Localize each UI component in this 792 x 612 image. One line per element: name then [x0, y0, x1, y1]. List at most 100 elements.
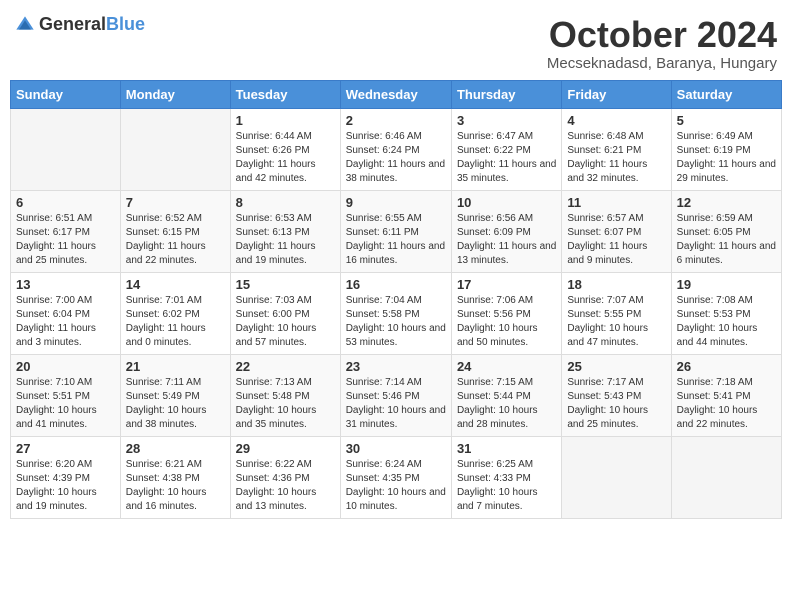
calendar-cell: 17 Sunrise: 7:06 AM Sunset: 5:56 PM Dayli… — [451, 272, 561, 354]
location-subtitle: Mecseknadasd, Baranya, Hungary — [547, 55, 777, 72]
calendar-cell: 3 Sunrise: 6:47 AM Sunset: 6:22 PM Daylig… — [451, 108, 561, 190]
day-info: Sunrise: 6:53 AM Sunset: 6:13 PM Dayligh… — [236, 212, 335, 268]
calendar-week-row: 13 Sunrise: 7:00 AM Sunset: 6:04 PM Dayli… — [11, 272, 782, 354]
calendar-cell — [671, 436, 781, 518]
day-info: Sunrise: 6:20 AM Sunset: 4:39 PM Dayligh… — [16, 458, 115, 514]
day-info: Sunrise: 6:25 AM Sunset: 4:33 PM Dayligh… — [457, 458, 556, 514]
day-number: 14 — [126, 277, 225, 292]
day-number: 22 — [236, 359, 335, 374]
calendar-cell: 25 Sunrise: 7:17 AM Sunset: 5:43 PM Dayli… — [562, 354, 671, 436]
day-number: 30 — [346, 441, 446, 456]
calendar-cell: 21Sunrise: 7:11 AM Sunset: 5:49 PM Dayli… — [120, 354, 230, 436]
day-number: 31 — [457, 441, 556, 456]
calendar-header-row: SundayMondayTuesdayWednesdayThursdayFrid… — [11, 80, 782, 108]
day-number: 25 — [567, 359, 665, 374]
calendar-cell: 13 Sunrise: 7:00 AM Sunset: 6:04 PM Dayli… — [11, 272, 121, 354]
calendar-cell: 15Sunrise: 7:03 AM Sunset: 6:00 PM Dayli… — [230, 272, 340, 354]
day-number: 26 — [677, 359, 776, 374]
day-number: 5 — [677, 113, 776, 128]
calendar-cell: 4 Sunrise: 6:48 AM Sunset: 6:21 PM Daylig… — [562, 108, 671, 190]
day-info: Sunrise: 6:55 AM Sunset: 6:11 PM Dayligh… — [346, 212, 446, 268]
calendar-cell: 19 Sunrise: 7:08 AM Sunset: 5:53 PM Dayli… — [671, 272, 781, 354]
day-number: 24 — [457, 359, 556, 374]
calendar-cell: 18 Sunrise: 7:07 AM Sunset: 5:55 PM Dayli… — [562, 272, 671, 354]
day-info: Sunrise: 7:00 AM Sunset: 6:04 PM Dayligh… — [16, 294, 115, 350]
logo-blue: Blue — [106, 14, 145, 34]
day-info: Sunrise: 7:07 AM Sunset: 5:55 PM Dayligh… — [567, 294, 665, 350]
calendar-cell — [11, 108, 121, 190]
calendar-week-row: 20Sunrise: 7:10 AM Sunset: 5:51 PM Dayli… — [11, 354, 782, 436]
calendar-cell: 20Sunrise: 7:10 AM Sunset: 5:51 PM Dayli… — [11, 354, 121, 436]
day-number: 2 — [346, 113, 446, 128]
day-number: 18 — [567, 277, 665, 292]
calendar-cell: 12 Sunrise: 6:59 AM Sunset: 6:05 PM Dayli… — [671, 190, 781, 272]
calendar-cell: 28Sunrise: 6:21 AM Sunset: 4:38 PM Dayli… — [120, 436, 230, 518]
calendar-cell: 27 Sunrise: 6:20 AM Sunset: 4:39 PM Dayli… — [11, 436, 121, 518]
day-number: 8 — [236, 195, 335, 210]
calendar-table: SundayMondayTuesdayWednesdayThursdayFrid… — [10, 80, 782, 519]
day-number: 4 — [567, 113, 665, 128]
calendar-cell: 14 Sunrise: 7:01 AM Sunset: 6:02 PM Dayli… — [120, 272, 230, 354]
day-info: Sunrise: 6:47 AM Sunset: 6:22 PM Dayligh… — [457, 130, 556, 186]
day-number: 13 — [16, 277, 115, 292]
calendar-cell: 23Sunrise: 7:14 AM Sunset: 5:46 PM Dayli… — [340, 354, 451, 436]
day-number: 6 — [16, 195, 115, 210]
day-number: 1 — [236, 113, 335, 128]
logo: GeneralBlue — [15, 15, 145, 35]
calendar-week-row: 1Sunrise: 6:44 AM Sunset: 6:26 PM Daylig… — [11, 108, 782, 190]
day-number: 3 — [457, 113, 556, 128]
day-info: Sunrise: 7:10 AM Sunset: 5:51 PM Dayligh… — [16, 376, 115, 432]
day-number: 9 — [346, 195, 446, 210]
day-info: Sunrise: 7:17 AM Sunset: 5:43 PM Dayligh… — [567, 376, 665, 432]
calendar-cell: 7 Sunrise: 6:52 AM Sunset: 6:15 PM Daylig… — [120, 190, 230, 272]
calendar-cell: 9 Sunrise: 6:55 AM Sunset: 6:11 PM Daylig… — [340, 190, 451, 272]
day-info: Sunrise: 6:21 AM Sunset: 4:38 PM Dayligh… — [126, 458, 225, 514]
day-info: Sunrise: 6:51 AM Sunset: 6:17 PM Dayligh… — [16, 212, 115, 268]
logo-general: General — [39, 14, 106, 34]
day-info: Sunrise: 6:48 AM Sunset: 6:21 PM Dayligh… — [567, 130, 665, 186]
day-number: 7 — [126, 195, 225, 210]
day-number: 17 — [457, 277, 556, 292]
day-number: 12 — [677, 195, 776, 210]
month-title: October 2024 — [547, 15, 777, 55]
day-info: Sunrise: 6:59 AM Sunset: 6:05 PM Dayligh… — [677, 212, 776, 268]
column-header-wednesday: Wednesday — [340, 80, 451, 108]
day-number: 11 — [567, 195, 665, 210]
day-info: Sunrise: 7:11 AM Sunset: 5:49 PM Dayligh… — [126, 376, 225, 432]
day-number: 19 — [677, 277, 776, 292]
day-info: Sunrise: 7:01 AM Sunset: 6:02 PM Dayligh… — [126, 294, 225, 350]
day-info: Sunrise: 7:04 AM Sunset: 5:58 PM Dayligh… — [346, 294, 446, 350]
day-info: Sunrise: 7:06 AM Sunset: 5:56 PM Dayligh… — [457, 294, 556, 350]
calendar-week-row: 6 Sunrise: 6:51 AM Sunset: 6:17 PM Daylig… — [11, 190, 782, 272]
column-header-saturday: Saturday — [671, 80, 781, 108]
day-number: 23 — [346, 359, 446, 374]
calendar-cell: 24 Sunrise: 7:15 AM Sunset: 5:44 PM Dayli… — [451, 354, 561, 436]
calendar-cell: 11Sunrise: 6:57 AM Sunset: 6:07 PM Dayli… — [562, 190, 671, 272]
calendar-cell: 22 Sunrise: 7:13 AM Sunset: 5:48 PM Dayli… — [230, 354, 340, 436]
calendar-cell: 16 Sunrise: 7:04 AM Sunset: 5:58 PM Dayli… — [340, 272, 451, 354]
day-number: 16 — [346, 277, 446, 292]
day-info: Sunrise: 7:15 AM Sunset: 5:44 PM Dayligh… — [457, 376, 556, 432]
calendar-week-row: 27 Sunrise: 6:20 AM Sunset: 4:39 PM Dayli… — [11, 436, 782, 518]
column-header-thursday: Thursday — [451, 80, 561, 108]
calendar-cell: 26 Sunrise: 7:18 AM Sunset: 5:41 PM Dayli… — [671, 354, 781, 436]
day-info: Sunrise: 6:52 AM Sunset: 6:15 PM Dayligh… — [126, 212, 225, 268]
calendar-cell: 2 Sunrise: 6:46 AM Sunset: 6:24 PM Daylig… — [340, 108, 451, 190]
calendar-cell: 8 Sunrise: 6:53 AM Sunset: 6:13 PM Daylig… — [230, 190, 340, 272]
column-header-tuesday: Tuesday — [230, 80, 340, 108]
calendar-cell: 5Sunrise: 6:49 AM Sunset: 6:19 PM Daylig… — [671, 108, 781, 190]
day-info: Sunrise: 7:08 AM Sunset: 5:53 PM Dayligh… — [677, 294, 776, 350]
calendar-cell: 10Sunrise: 6:56 AM Sunset: 6:09 PM Dayli… — [451, 190, 561, 272]
day-number: 27 — [16, 441, 115, 456]
calendar-cell — [120, 108, 230, 190]
day-info: Sunrise: 7:18 AM Sunset: 5:41 PM Dayligh… — [677, 376, 776, 432]
day-info: Sunrise: 6:22 AM Sunset: 4:36 PM Dayligh… — [236, 458, 335, 514]
day-info: Sunrise: 6:46 AM Sunset: 6:24 PM Dayligh… — [346, 130, 446, 186]
title-section: October 2024 Mecseknadasd, Baranya, Hung… — [547, 15, 777, 72]
day-info: Sunrise: 6:24 AM Sunset: 4:35 PM Dayligh… — [346, 458, 446, 514]
day-info: Sunrise: 7:13 AM Sunset: 5:48 PM Dayligh… — [236, 376, 335, 432]
day-number: 29 — [236, 441, 335, 456]
column-header-friday: Friday — [562, 80, 671, 108]
day-info: Sunrise: 7:03 AM Sunset: 6:00 PM Dayligh… — [236, 294, 335, 350]
logo-icon — [15, 15, 35, 35]
